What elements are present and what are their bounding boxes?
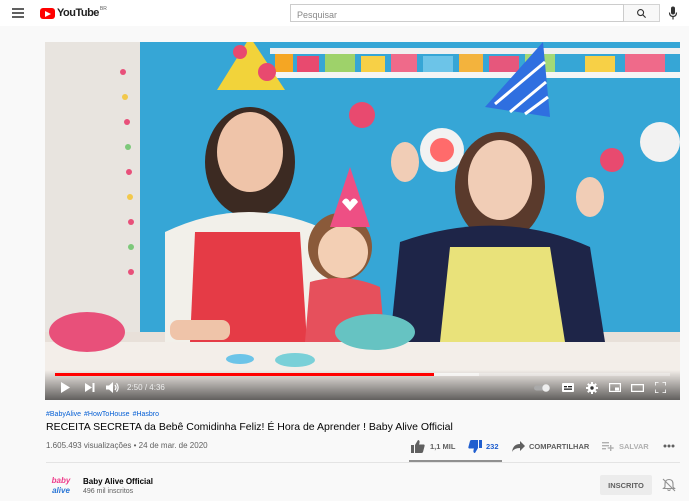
subscribed-button[interactable]: INSCRITO: [600, 475, 652, 495]
autoplay-toggle-icon: [534, 383, 550, 392]
save-label: SALVAR: [619, 441, 649, 451]
video-title: RECEITA SECRETA da Bebê Comidinha Feliz!…: [46, 421, 453, 433]
volume-icon: [105, 382, 119, 393]
dislike-count: 232: [486, 441, 499, 451]
play-button[interactable]: [59, 381, 71, 394]
subtitles-icon: [561, 383, 574, 392]
bell-icon[interactable]: [662, 478, 676, 492]
next-icon: [85, 383, 95, 392]
video-meta: 1.605.493 visualizações • 24 de mar. de …: [46, 441, 208, 450]
video-frame: [45, 42, 680, 400]
more-button[interactable]: [663, 438, 675, 454]
settings-button[interactable]: [585, 381, 598, 394]
save-icon: [602, 442, 614, 451]
miniplayer-button[interactable]: [608, 381, 621, 394]
upload-date: 24 de mar. de 2020: [138, 441, 208, 450]
hashtags: #BabyAlive #HowToHouse #Hasbro: [46, 411, 162, 418]
masthead: YouTube BR: [0, 0, 689, 26]
miniplayer-icon: [608, 383, 621, 392]
save-button[interactable]: SALVAR: [602, 438, 649, 454]
channel-avatar[interactable]: baby alive: [48, 473, 74, 496]
subscriber-count: 496 mil inscritos: [83, 488, 134, 495]
hashtag-link[interactable]: #BabyAlive: [46, 411, 81, 418]
fullscreen-icon: [655, 382, 666, 393]
hashtag-link[interactable]: #HowToHouse: [84, 411, 130, 418]
youtube-play-icon: [40, 7, 55, 19]
divider: [46, 462, 680, 463]
like-icon: [411, 439, 425, 453]
view-count: 1.605.493 visualizações: [46, 441, 132, 450]
share-button[interactable]: COMPARTILHAR: [512, 438, 589, 454]
search-input[interactable]: [291, 7, 623, 23]
theater-button[interactable]: [631, 381, 644, 394]
progress-bar[interactable]: [55, 373, 670, 376]
region-code: BR: [99, 6, 107, 12]
svg-text:baby: baby: [52, 476, 71, 485]
theater-icon: [631, 383, 644, 392]
share-icon: [512, 440, 525, 452]
search-icon: [637, 8, 647, 18]
menu-icon[interactable]: [12, 8, 24, 18]
youtube-logo[interactable]: YouTube BR: [40, 6, 107, 20]
search-button[interactable]: [624, 4, 660, 22]
like-button[interactable]: 1,1 MIL: [411, 438, 455, 454]
svg-text:alive: alive: [52, 486, 70, 495]
fullscreen-button[interactable]: [654, 381, 667, 394]
like-count: 1,1 MIL: [430, 441, 456, 451]
dislike-button[interactable]: 232: [468, 438, 499, 454]
next-button[interactable]: [84, 381, 96, 394]
search-box: [290, 4, 624, 23]
hashtag-link[interactable]: #Hasbro: [133, 411, 159, 418]
subtitles-button[interactable]: [561, 381, 574, 394]
volume-button[interactable]: [105, 381, 119, 394]
video-player[interactable]: 2:50 / 4:36: [45, 42, 680, 400]
player-controls: 2:50 / 4:36: [45, 370, 680, 400]
share-label: COMPARTILHAR: [529, 441, 590, 451]
more-icon: [663, 444, 675, 448]
baby-alive-logo: baby alive: [52, 476, 71, 495]
mic-icon[interactable]: [668, 6, 678, 20]
current-time: 2:50: [127, 383, 143, 392]
time-display: 2:50 / 4:36: [127, 383, 165, 392]
play-icon: [61, 382, 70, 393]
dislike-icon: [468, 439, 482, 453]
progress-played: [55, 373, 434, 376]
channel-name[interactable]: Baby Alive Official: [83, 477, 153, 486]
settings-icon: [585, 381, 598, 394]
duration: 4:36: [149, 383, 165, 392]
logo-text: YouTube: [57, 7, 99, 19]
autoplay-toggle[interactable]: [534, 381, 550, 394]
